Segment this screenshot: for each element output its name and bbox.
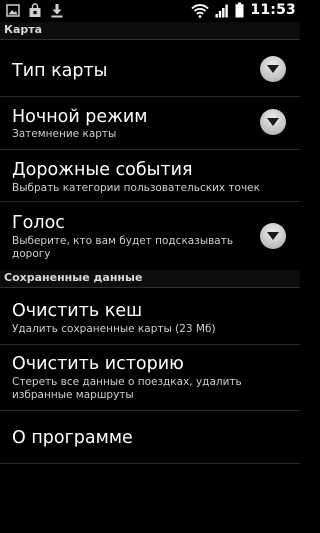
section-header-saved-data: Сохраненные данные (0, 270, 300, 288)
section-header-label: Сохраненные данные (4, 271, 143, 284)
pref-night-mode[interactable]: Ночной режим Затемнение карты (0, 97, 300, 150)
wifi-icon (191, 3, 210, 18)
pref-title: Очистить кеш (12, 301, 143, 321)
pref-clear-history[interactable]: Очистить историю Стереть все данные о по… (0, 345, 300, 411)
status-time: 11:53 (250, 2, 296, 18)
pref-title: Ночной режим (12, 107, 148, 127)
pref-voice[interactable]: Голос Выберите, кто вам будет подсказыва… (0, 202, 300, 270)
pref-title: Дорожные события (12, 160, 193, 180)
chevron-down-icon[interactable] (260, 223, 286, 249)
pref-clear-cache[interactable]: Очистить кеш Удалить сохраненные карты (… (0, 290, 300, 345)
pref-road-events[interactable]: Дорожные события Выбрать категории польз… (0, 150, 300, 202)
gallery-icon (6, 4, 20, 17)
pref-title: О программе (12, 428, 133, 448)
section-header-map: Карта (0, 22, 300, 40)
chevron-down-icon[interactable] (260, 109, 286, 135)
pref-summary: Выберите, кто вам будет подсказывать дор… (12, 235, 234, 260)
pref-title: Голос (12, 213, 65, 233)
battery-icon (235, 2, 244, 18)
pref-summary: Удалить сохраненные карты (23 Мб) (12, 323, 216, 335)
pref-summary: Стереть все данные о поездках, удалить и… (12, 376, 242, 401)
pref-summary: Выбрать категории пользовательских точек (12, 182, 260, 194)
notification-icons (6, 3, 64, 18)
chevron-down-icon[interactable] (260, 56, 286, 82)
pref-title: Очистить историю (12, 354, 184, 374)
system-icons: 11:53 (191, 2, 296, 18)
pref-title: Тип карты (12, 61, 108, 81)
download-icon (51, 4, 63, 18)
pref-about[interactable]: О программе (0, 411, 300, 464)
section-header-label: Карта (4, 23, 43, 36)
pref-map-type[interactable]: Тип карты (0, 41, 300, 97)
shopping-bag-icon (29, 3, 41, 17)
pref-summary: Затемнение карты (12, 128, 117, 140)
status-bar: 11:53 (0, 0, 300, 22)
signal-icon (215, 4, 229, 17)
